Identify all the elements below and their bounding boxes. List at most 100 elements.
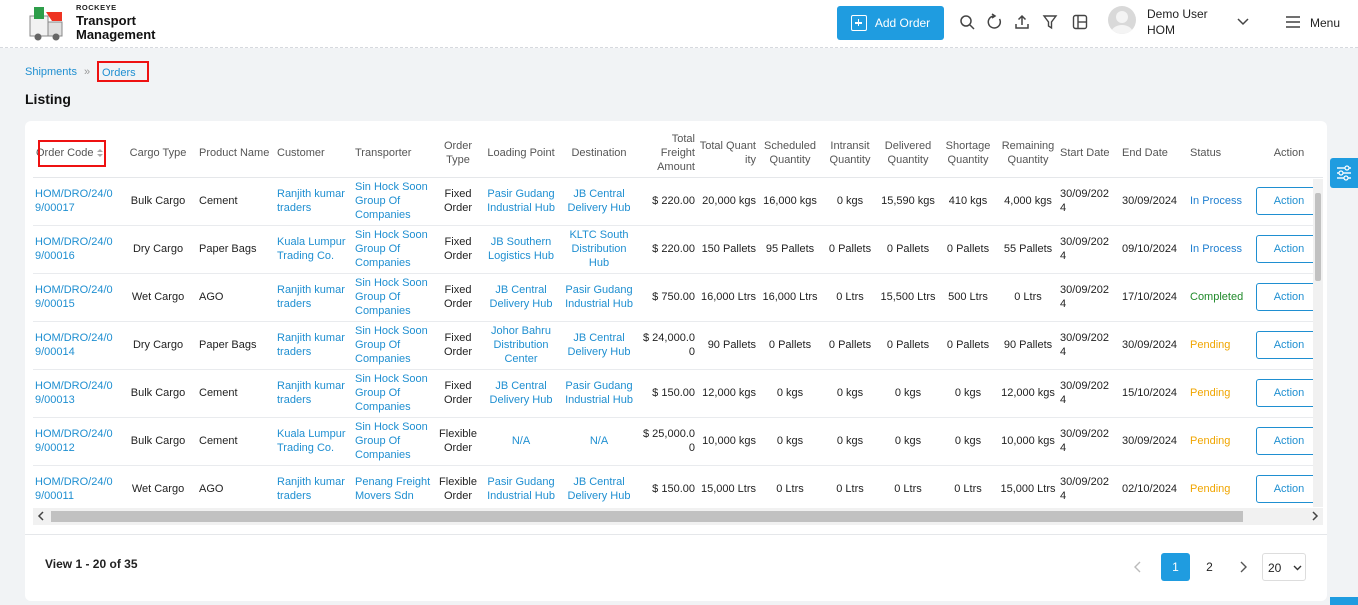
order-code-link[interactable]: HOM/DRO/24/09/00014 (33, 321, 119, 370)
order-type: Fixed Order (435, 369, 481, 418)
destination-link[interactable]: JB Central Delivery Hub (561, 321, 637, 370)
per-page-select[interactable]: 20 (1262, 553, 1306, 581)
upload-icon[interactable] (1013, 13, 1031, 31)
horizontal-scroll-thumb[interactable] (51, 511, 1243, 522)
loading-point-link[interactable]: JB Central Delivery Hub (481, 369, 561, 418)
scheduled-quantity: 0 Pallets (758, 321, 822, 370)
delivered-quantity: 15,500 Ltrs (878, 273, 938, 322)
user-role: HOM (1147, 23, 1175, 37)
destination-link[interactable]: KLTC South Distribution Hub (561, 225, 637, 274)
status-badge: Pending (1184, 369, 1254, 418)
destination-link[interactable]: JB Central Delivery Hub (561, 177, 637, 226)
product-name: Cement (197, 177, 275, 226)
scroll-left-icon[interactable] (36, 511, 46, 521)
brand: ROCKEYE Transport Management (76, 4, 155, 42)
order-code-link[interactable]: HOM/DRO/24/09/00017 (33, 177, 119, 226)
order-code-link[interactable]: HOM/DRO/24/09/00012 (33, 417, 119, 466)
destination-link[interactable]: JB Central Delivery Hub (561, 465, 637, 514)
cargo-type: Bulk Cargo (119, 369, 197, 418)
total-quantity: 20,000 kgs (697, 177, 758, 226)
destination-link[interactable]: N/A (561, 417, 637, 466)
orders-card: Order Code Cargo Type Product Name Custo… (25, 121, 1327, 601)
transporter-link[interactable]: Sin Hock Soon Group Of Companies (353, 273, 435, 322)
intransit-quantity: 0 kgs (822, 369, 878, 418)
intransit-quantity: 0 Pallets (822, 321, 878, 370)
shortage-quantity: 0 kgs (938, 369, 998, 418)
vertical-scroll-thumb[interactable] (1315, 193, 1321, 281)
refresh-icon[interactable] (986, 13, 1004, 31)
transporter-link[interactable]: Sin Hock Soon Group Of Companies (353, 225, 435, 274)
orders-table-container[interactable]: Order Code Cargo Type Product Name Custo… (33, 129, 1323, 525)
columns-icon[interactable] (1071, 13, 1089, 31)
per-page-value: 20 (1268, 561, 1282, 575)
loading-point-link[interactable]: Pasir Gudang Industrial Hub (481, 465, 561, 514)
add-order-button[interactable]: Add Order (837, 6, 944, 40)
header-end-date: End Date (1116, 129, 1184, 178)
chevron-left-icon[interactable] (1131, 558, 1145, 576)
menu-button[interactable]: Menu (1310, 16, 1340, 30)
cargo-type: Bulk Cargo (119, 417, 197, 466)
scroll-right-icon[interactable] (1310, 511, 1320, 521)
customer-link[interactable]: Ranjith kumar traders (275, 177, 353, 226)
loading-point-link[interactable]: Pasir Gudang Industrial Hub (481, 177, 561, 226)
page-button-1[interactable]: 1 (1161, 553, 1190, 581)
loading-point-link[interactable]: JB Southern Logistics Hub (481, 225, 561, 274)
order-code-link[interactable]: HOM/DRO/24/09/00013 (33, 369, 119, 418)
start-date: 30/09/2024 (1058, 273, 1116, 322)
truck-logo-icon (29, 7, 63, 41)
chevron-right-icon[interactable] (1236, 558, 1250, 576)
customer-link[interactable]: Ranjith kumar traders (275, 369, 353, 418)
breadcrumb-orders[interactable]: Orders (97, 61, 149, 82)
start-date: 30/09/2024 (1058, 465, 1116, 514)
customer-link[interactable]: Ranjith kumar traders (275, 273, 353, 322)
chevron-down-icon[interactable] (1236, 14, 1250, 28)
total-quantity: 15,000 Ltrs (697, 465, 758, 514)
loading-point-link[interactable]: N/A (481, 417, 561, 466)
destination-link[interactable]: Pasir Gudang Industrial Hub (561, 369, 637, 418)
delivered-quantity: 0 kgs (878, 369, 938, 418)
filter-icon[interactable] (1041, 13, 1059, 31)
total-quantity: 10,000 kgs (697, 417, 758, 466)
hamburger-menu-icon[interactable] (1285, 15, 1301, 29)
customer-link[interactable]: Kuala Lumpur Trading Co. (275, 417, 353, 466)
horizontal-scrollbar[interactable] (33, 508, 1323, 525)
total-freight: $ 150.00 (637, 465, 697, 514)
product-name: Paper Bags (197, 225, 275, 274)
loading-point-link[interactable]: Johor Bahru Distribution Center (481, 321, 561, 370)
order-code-link[interactable]: HOM/DRO/24/09/00011 (33, 465, 119, 514)
customer-link[interactable]: Ranjith kumar traders (275, 321, 353, 370)
user-name: Demo User (1147, 7, 1208, 21)
page-button-2[interactable]: 2 (1195, 553, 1224, 581)
total-freight: $ 25,000.00 (637, 417, 697, 466)
header-shortage-quantity: Shortage Quantity (938, 129, 998, 178)
destination-link[interactable]: Pasir Gudang Industrial Hub (561, 273, 637, 322)
transporter-link[interactable]: Sin Hock Soon Group Of Companies (353, 417, 435, 466)
customer-link[interactable]: Ranjith kumar traders (275, 465, 353, 514)
product-name: Cement (197, 369, 275, 418)
intransit-quantity: 0 kgs (822, 417, 878, 466)
sliders-icon (1337, 165, 1351, 181)
order-code-link[interactable]: HOM/DRO/24/09/00015 (33, 273, 119, 322)
settings-side-tab[interactable] (1330, 158, 1358, 188)
table-header-row: Order Code Cargo Type Product Name Custo… (33, 129, 1323, 178)
header-delivered-quantity: Delivered Quantity (878, 129, 938, 178)
transporter-link[interactable]: Sin Hock Soon Group Of Companies (353, 321, 435, 370)
start-date: 30/09/2024 (1058, 177, 1116, 226)
end-date: 30/09/2024 (1116, 417, 1184, 466)
customer-link[interactable]: Kuala Lumpur Trading Co. (275, 225, 353, 274)
table-row: HOM/DRO/24/09/00014 Dry Cargo Paper Bags Ra… (33, 321, 1323, 370)
loading-point-link[interactable]: JB Central Delivery Hub (481, 273, 561, 322)
transporter-link[interactable]: Sin Hock Soon Group Of Companies (353, 177, 435, 226)
order-code-link[interactable]: HOM/DRO/24/09/00016 (33, 225, 119, 274)
cargo-type: Dry Cargo (119, 225, 197, 274)
search-icon[interactable] (958, 13, 976, 31)
transporter-link[interactable]: Penang Freight Movers Sdn (353, 465, 435, 514)
avatar[interactable] (1108, 6, 1136, 34)
breadcrumb-shipments[interactable]: Shipments (25, 66, 77, 78)
header-remaining-quantity: Remaining Quantity (998, 129, 1058, 178)
scheduled-quantity: 95 Pallets (758, 225, 822, 274)
page-title: Listing (25, 91, 71, 107)
remaining-quantity: 90 Pallets (998, 321, 1058, 370)
vertical-scrollbar[interactable] (1313, 179, 1323, 507)
transporter-link[interactable]: Sin Hock Soon Group Of Companies (353, 369, 435, 418)
